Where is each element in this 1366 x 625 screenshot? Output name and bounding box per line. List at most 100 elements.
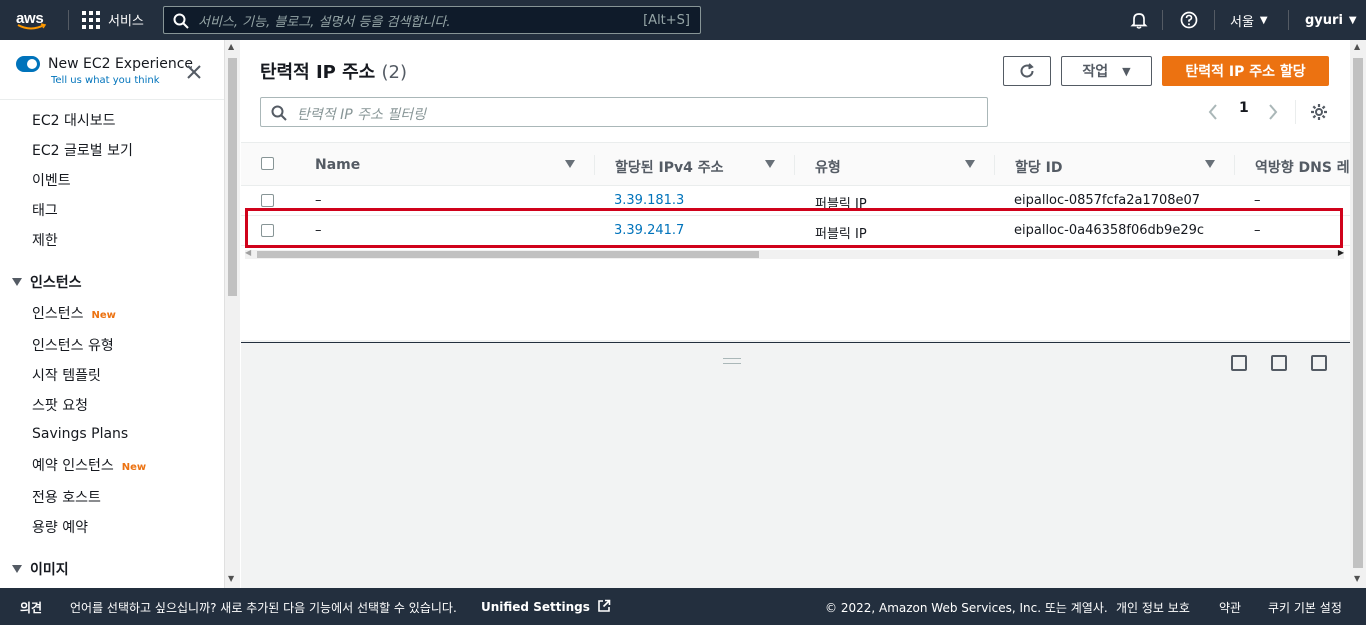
split-panel-divider: [241, 342, 1350, 343]
sidebar-item-reserved-instances[interactable]: 예약 인스턴스 New: [32, 455, 146, 475]
panel-split-icon[interactable]: [1271, 355, 1287, 371]
tell-us-link[interactable]: Tell us what you think: [51, 75, 160, 86]
settings-gear-icon[interactable]: [1310, 103, 1328, 121]
refresh-button[interactable]: [1003, 56, 1051, 86]
page-title: 탄력적 IP 주소 (2): [260, 58, 407, 84]
region-selector[interactable]: 서울 ▼: [1230, 0, 1268, 40]
help-icon[interactable]: [1180, 11, 1198, 29]
copyright-text: © 2022, Amazon Web Services, Inc. 또는 계열사…: [825, 601, 1108, 615]
caret-down-icon: [12, 565, 22, 573]
search-shortcut: [Alt+S]: [643, 12, 690, 28]
services-menu[interactable]: 서비스: [82, 10, 144, 29]
page-number[interactable]: 1: [1239, 100, 1249, 116]
scroll-up-icon[interactable]: ▲: [228, 42, 234, 51]
sidebar-item-tags[interactable]: 태그: [32, 200, 58, 220]
select-all-checkbox[interactable]: [261, 157, 274, 170]
sidebar-item-events[interactable]: 이벤트: [32, 170, 71, 190]
unified-settings-label: Unified Settings: [481, 600, 590, 614]
nav-divider: [1214, 10, 1215, 30]
chevron-right-icon[interactable]: [1267, 103, 1279, 121]
column-header-name[interactable]: Name: [315, 157, 360, 173]
bell-icon[interactable]: [1130, 11, 1148, 29]
aws-smile-icon: [17, 23, 47, 30]
aws-logo[interactable]: aws: [16, 8, 52, 32]
user-menu[interactable]: gyuri ▼: [1305, 0, 1357, 40]
terms-link[interactable]: 약관: [1219, 599, 1241, 616]
scrollbar-thumb[interactable]: [228, 58, 237, 296]
sort-caret-icon[interactable]: [1205, 160, 1215, 168]
close-icon[interactable]: [186, 64, 202, 80]
item-count: (2): [381, 62, 408, 83]
column-header-type[interactable]: 유형: [815, 157, 841, 177]
filter-placeholder: 탄력적 IP 주소 필터링: [297, 107, 426, 123]
scroll-down-icon[interactable]: ▼: [1354, 574, 1360, 583]
section-label: 이미지: [30, 562, 69, 578]
sidebar-item-savings-plans[interactable]: Savings Plans: [32, 426, 128, 442]
resize-handle-icon[interactable]: [723, 358, 741, 364]
search-input[interactable]: 서비스, 기능, 블로그, 설명서 등을 검색합니다. [Alt+S]: [163, 6, 701, 34]
language-prompt: 언어를 선택하고 싶으십니까? 새로 추가된 다음 기능에서 선택할 수 있습니…: [70, 601, 457, 615]
sidebar-item-launch-templates[interactable]: 시작 템플릿: [32, 365, 101, 385]
sort-caret-icon[interactable]: [965, 160, 975, 168]
sidebar-item-limits[interactable]: 제한: [32, 230, 58, 250]
region-label: 서울: [1230, 14, 1254, 30]
actions-button[interactable]: 작업 ▼: [1061, 56, 1152, 86]
services-label: 서비스: [108, 14, 144, 29]
filter-input[interactable]: 탄력적 IP 주소 필터링: [260, 97, 988, 127]
row-checkbox[interactable]: [261, 194, 274, 207]
sidebar-item-instances[interactable]: 인스턴스 New: [32, 303, 116, 323]
allocate-elastic-ip-button[interactable]: 탄력적 IP 주소 할당: [1162, 56, 1329, 86]
sidebar-item-instance-types[interactable]: 인스턴스 유형: [32, 335, 114, 355]
scroll-left-icon[interactable]: ◀: [245, 248, 251, 257]
search-icon: [173, 13, 189, 29]
sidebar-scrollbar[interactable]: ▲ ▼: [224, 40, 240, 588]
new-experience-toggle[interactable]: [16, 56, 40, 72]
sidebar-item-global-view[interactable]: EC2 글로벌 보기: [32, 140, 133, 160]
caret-down-icon: [12, 278, 22, 286]
cookie-preferences-link[interactable]: 쿠키 기본 설정: [1268, 599, 1342, 616]
pager-divider: [1295, 100, 1296, 124]
column-divider[interactable]: [1234, 155, 1235, 175]
sidebar-item-capacity-reservations[interactable]: 용량 예약: [32, 517, 88, 537]
sidebar-item-spot-requests[interactable]: 스팟 요청: [32, 395, 88, 415]
nav-divider: [68, 10, 69, 30]
chevron-left-icon[interactable]: [1207, 103, 1219, 121]
sidebar-item-label: 예약 인스턴스: [32, 458, 114, 474]
external-link-icon: [598, 599, 611, 612]
column-header-allocation-id[interactable]: 할당 ID: [1015, 157, 1062, 177]
panel-bottom-icon[interactable]: [1231, 355, 1247, 371]
new-badge: New: [121, 462, 147, 473]
sort-caret-icon[interactable]: [565, 160, 575, 168]
scrollbar-thumb[interactable]: [1353, 58, 1363, 568]
scroll-right-icon[interactable]: ▶: [1338, 248, 1344, 257]
scrollbar-thumb[interactable]: [257, 251, 759, 258]
actions-label: 작업: [1082, 64, 1109, 80]
sort-caret-icon[interactable]: [765, 160, 775, 168]
sidebar-item-label: 인스턴스: [32, 306, 84, 322]
scroll-down-icon[interactable]: ▼: [228, 574, 234, 583]
sidebar-item-dashboard[interactable]: EC2 대시보드: [32, 110, 116, 130]
main-scrollbar[interactable]: ▲ ▼: [1350, 40, 1366, 588]
privacy-link[interactable]: 개인 정보 보호: [1116, 599, 1190, 616]
caret-down-icon: ▼: [1259, 14, 1268, 26]
sidebar-section-images[interactable]: 이미지: [12, 559, 69, 579]
feedback-link[interactable]: 의견: [20, 599, 42, 616]
scroll-up-icon[interactable]: ▲: [1354, 42, 1360, 51]
sidebar-divider: [0, 99, 224, 100]
unified-settings-link[interactable]: Unified Settings: [481, 599, 611, 614]
cell-name: –: [315, 193, 322, 208]
sidebar-section-instances[interactable]: 인스턴스: [12, 272, 82, 292]
column-header-reverse-dns[interactable]: 역방향 DNS 레: [1255, 157, 1350, 177]
column-divider[interactable]: [594, 155, 595, 175]
table-header: Name 할당된 IPv4 주소 유형 할당 ID 역방향 DNS 레: [241, 142, 1350, 186]
grid-icon: [82, 10, 100, 29]
column-divider[interactable]: [994, 155, 995, 175]
panel-full-icon[interactable]: [1311, 355, 1327, 371]
column-header-ipv4[interactable]: 할당된 IPv4 주소: [615, 157, 724, 177]
elastic-ip-panel: 탄력적 IP 주소 (2) 작업 ▼ 탄력적 IP 주소 할당 탄력적 IP 주…: [241, 40, 1350, 340]
column-divider[interactable]: [794, 155, 795, 175]
sidebar-item-dedicated-hosts[interactable]: 전용 호스트: [32, 487, 101, 507]
cell-ipv4-link[interactable]: 3.39.181.3: [614, 193, 684, 208]
top-navigation: aws 서비스 서비스, 기능, 블로그, 설명서 등을 검색합니다. [Alt…: [0, 0, 1366, 40]
table-horizontal-scrollbar[interactable]: ◀ ▶: [245, 248, 1344, 259]
